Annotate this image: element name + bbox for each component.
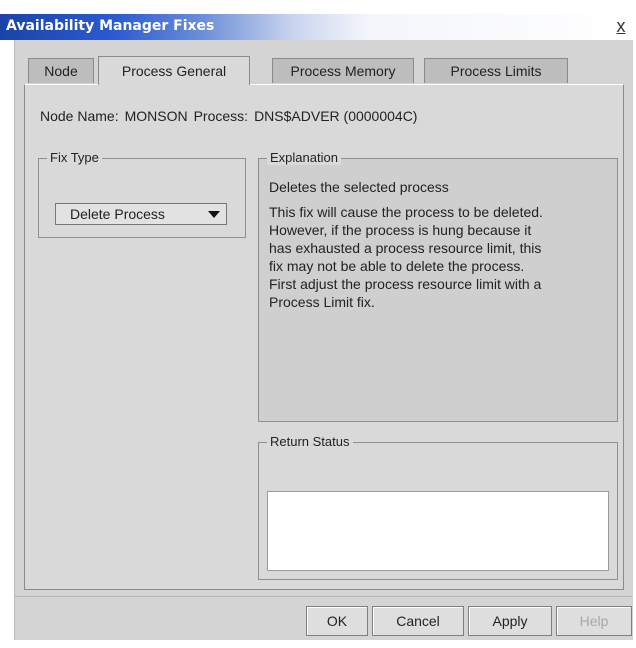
fix-type-group: Fix Type Delete Process: [38, 150, 246, 238]
fix-type-selected: Delete Process: [70, 206, 165, 222]
tab-process-general[interactable]: Process General: [98, 56, 250, 85]
title-bar: Availability Manager Fixes x: [0, 14, 636, 40]
apply-button[interactable]: Apply: [468, 606, 552, 636]
tab-process-limits[interactable]: Process Limits: [424, 58, 568, 83]
help-button[interactable]: Help: [556, 606, 632, 636]
node-name-label: Node Name:: [40, 108, 119, 124]
chevron-down-icon: [208, 211, 220, 218]
cancel-button[interactable]: Cancel: [372, 606, 464, 636]
fixes-dialog: Availability Manager Fixes x Node Proces…: [0, 0, 636, 648]
close-icon[interactable]: x: [612, 16, 630, 36]
explanation-line: fix may not be able to delete the proces…: [269, 258, 525, 274]
fix-type-dropdown[interactable]: Delete Process: [55, 203, 227, 225]
explanation-line: Process Limit fix.: [269, 294, 375, 310]
explanation-line: This fix will cause the process to be de…: [269, 204, 543, 220]
return-status-label: Return Status: [267, 434, 353, 449]
node-name-value: MONSON: [124, 108, 188, 124]
tab-process-memory[interactable]: Process Memory: [272, 58, 414, 83]
process-value: DNS$ADVER (0000004C): [254, 108, 418, 124]
explanation-line: However, if the process is hung because …: [269, 222, 532, 238]
process-label: Process:: [193, 108, 249, 124]
explanation-line: has exhausted a process resource limit, …: [269, 240, 542, 256]
explanation-label: Explanation: [267, 150, 341, 165]
return-status-group: Return Status: [258, 434, 618, 580]
explanation-title: Deletes the selected process: [269, 179, 449, 195]
window-title: Availability Manager Fixes: [6, 18, 215, 34]
tab-node[interactable]: Node: [28, 58, 94, 83]
node-process-info: Node Name: MONSON Process: DNS$ADVER (00000…: [40, 108, 423, 124]
return-status-output: [267, 491, 609, 571]
ok-button[interactable]: OK: [306, 606, 368, 636]
explanation-group: Explanation Deletes the selected process…: [258, 150, 618, 422]
fix-type-label: Fix Type: [47, 150, 102, 165]
button-separator: [14, 596, 632, 597]
explanation-body: This fix will cause the process to be de…: [269, 203, 611, 311]
explanation-line: First adjust the process resource limit …: [269, 276, 542, 292]
